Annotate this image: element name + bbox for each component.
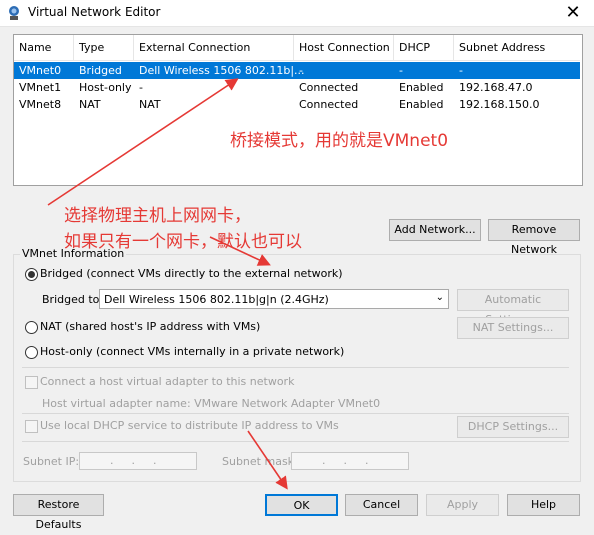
arrow-to-bridged-radio (209, 236, 271, 266)
arrow-to-ok-button (247, 430, 288, 490)
arrow-to-vmnet0 (47, 78, 239, 206)
annotation-arrows (47, 78, 288, 490)
